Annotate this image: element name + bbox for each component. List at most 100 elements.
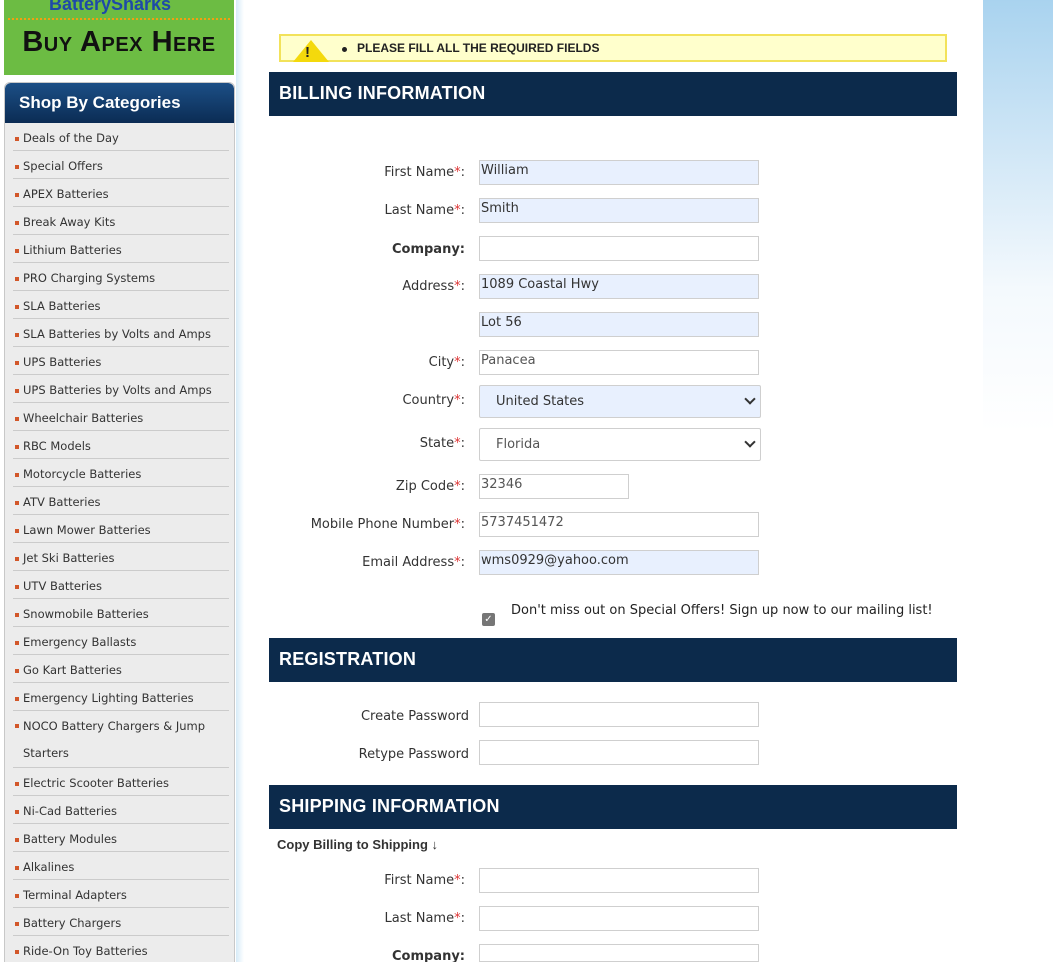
company-label: Company:: [391, 242, 465, 257]
copy-billing-to-shipping-link[interactable]: Copy Billing to Shipping ↓: [277, 837, 438, 852]
category-link[interactable]: Battery Modules: [13, 824, 229, 852]
required-marker: *: [454, 873, 461, 888]
category-link[interactable]: Lawn Mower Batteries: [13, 515, 229, 543]
billing-section-header: BILLING INFORMATION: [269, 72, 957, 116]
category-link[interactable]: Emergency Lighting Batteries: [13, 683, 229, 711]
category-link[interactable]: UTV Batteries: [13, 571, 229, 599]
address-label: Address*:: [402, 279, 465, 294]
shipping-first-name-label: First Name*:: [384, 873, 465, 888]
category-link[interactable]: Ride-On Toy Batteries: [13, 936, 229, 962]
category-link[interactable]: Jet Ski Batteries: [13, 543, 229, 571]
shipping-last-name-label-text: Last Name: [384, 911, 455, 926]
retype-password-input[interactable]: [479, 740, 759, 765]
country-label-text: Country: [402, 393, 455, 408]
zip-label: Zip Code*:: [395, 479, 465, 494]
billing-city-input[interactable]: Panacea: [479, 350, 759, 375]
category-panel-title: Shop By Categories: [5, 83, 234, 123]
shipping-first-name-label-text: First Name: [384, 873, 455, 888]
category-link[interactable]: Ni-Cad Batteries: [13, 796, 229, 824]
last-name-label: Last Name*:: [384, 203, 465, 218]
newsletter-checkbox[interactable]: ✓: [482, 613, 495, 626]
required-marker: *: [454, 911, 461, 926]
newsletter-label: Don't miss out on Special Offers! Sign u…: [511, 603, 933, 618]
category-link[interactable]: Emergency Ballasts: [13, 627, 229, 655]
required-marker: *: [454, 436, 461, 451]
category-link[interactable]: PRO Charging Systems: [13, 263, 229, 291]
required-marker: *: [454, 165, 461, 180]
last-name-label-text: Last Name: [384, 203, 455, 218]
billing-country-select[interactable]: United States: [479, 385, 761, 418]
category-link-line2: Starters: [23, 746, 69, 760]
billing-phone-input[interactable]: 5737451472: [479, 512, 759, 537]
billing-state-select[interactable]: Florida: [479, 428, 761, 461]
banner-divider: [8, 18, 230, 20]
chevron-down-icon: [744, 436, 756, 448]
category-link[interactable]: Electric Scooter Batteries: [13, 768, 229, 796]
address-label-text: Address: [402, 279, 455, 294]
category-link[interactable]: SLA Batteries by Volts and Amps: [13, 319, 229, 347]
required-marker: *: [454, 479, 461, 494]
phone-label: Mobile Phone Number*:: [310, 517, 465, 532]
category-link[interactable]: Motorcycle Batteries: [13, 459, 229, 487]
registration-section-header: REGISTRATION: [269, 638, 957, 682]
category-link[interactable]: Battery Chargers: [13, 908, 229, 936]
category-link[interactable]: APEX Batteries: [13, 179, 229, 207]
category-link[interactable]: Terminal Adapters: [13, 880, 229, 908]
city-label-text: City: [428, 355, 455, 370]
category-link[interactable]: Snowmobile Batteries: [13, 599, 229, 627]
warning-icon: [293, 40, 329, 62]
category-link[interactable]: SLA Batteries: [13, 291, 229, 319]
category-list: Deals of the Day Special Offers APEX Bat…: [5, 123, 234, 962]
category-link-line1: NOCO Battery Chargers & Jump: [23, 719, 206, 733]
shipping-last-name-label: Last Name*:: [384, 911, 465, 926]
state-label: State*:: [419, 436, 465, 451]
category-link[interactable]: Break Away Kits: [13, 207, 229, 235]
buy-apex-banner[interactable]: BatterySharks Buy Apex Here: [4, 0, 234, 75]
billing-last-name-input[interactable]: Smith: [479, 198, 759, 223]
category-link[interactable]: RBC Models: [13, 431, 229, 459]
required-marker: *: [454, 517, 461, 532]
required-marker: *: [454, 203, 461, 218]
required-marker: *: [454, 393, 461, 408]
category-link[interactable]: Go Kart Batteries: [13, 655, 229, 683]
shipping-first-name-input[interactable]: [479, 868, 759, 893]
billing-company-input[interactable]: [479, 236, 759, 261]
required-marker: *: [454, 555, 461, 570]
category-link[interactable]: Deals of the Day: [13, 123, 229, 151]
required-marker: *: [454, 355, 461, 370]
required-marker: *: [454, 279, 461, 294]
billing-zip-input[interactable]: 32346: [479, 474, 629, 499]
first-name-label: First Name*:: [384, 165, 465, 180]
billing-address1-input[interactable]: 1089 Coastal Hwy: [479, 274, 759, 299]
brand-logo: BatterySharks: [49, 0, 172, 14]
create-password-label: Create Password: [360, 709, 469, 724]
category-link[interactable]: UPS Batteries by Volts and Amps: [13, 375, 229, 403]
category-link[interactable]: UPS Batteries: [13, 347, 229, 375]
chevron-down-icon: [744, 393, 756, 405]
billing-first-name-input[interactable]: William: [479, 160, 759, 185]
category-link[interactable]: Lithium Batteries: [13, 235, 229, 263]
phone-label-text: Mobile Phone Number: [310, 517, 455, 532]
city-label: City*:: [428, 355, 465, 370]
category-link[interactable]: ATV Batteries: [13, 487, 229, 515]
category-link-noco[interactable]: NOCO Battery Chargers & Jump Starters: [13, 711, 229, 768]
create-password-input[interactable]: [479, 702, 759, 727]
category-link[interactable]: Alkalines: [13, 852, 229, 880]
warning-icon-mark: !: [305, 44, 310, 61]
category-link[interactable]: Wheelchair Batteries: [13, 403, 229, 431]
zip-label-text: Zip Code: [395, 479, 455, 494]
country-label: Country*:: [402, 393, 465, 408]
shipping-last-name-input[interactable]: [479, 906, 759, 931]
category-panel: Shop By Categories Deals of the Day Spec…: [4, 82, 235, 962]
category-link[interactable]: Special Offers: [13, 151, 229, 179]
country-selected-value: United States: [496, 394, 585, 409]
shipping-company-input[interactable]: [479, 944, 759, 962]
page-background-right: [983, 0, 1053, 962]
retype-password-label: Retype Password: [358, 747, 469, 762]
billing-email-input[interactable]: wms0929@yahoo.com: [479, 550, 759, 575]
banner-cta: Buy Apex Here: [22, 26, 216, 58]
shipping-section-header: SHIPPING INFORMATION: [269, 785, 957, 829]
billing-address2-input[interactable]: Lot 56: [479, 312, 759, 337]
page-background-left: [236, 0, 244, 962]
alert-message: PLEASE FILL ALL THE REQUIRED FIELDS: [341, 41, 600, 55]
